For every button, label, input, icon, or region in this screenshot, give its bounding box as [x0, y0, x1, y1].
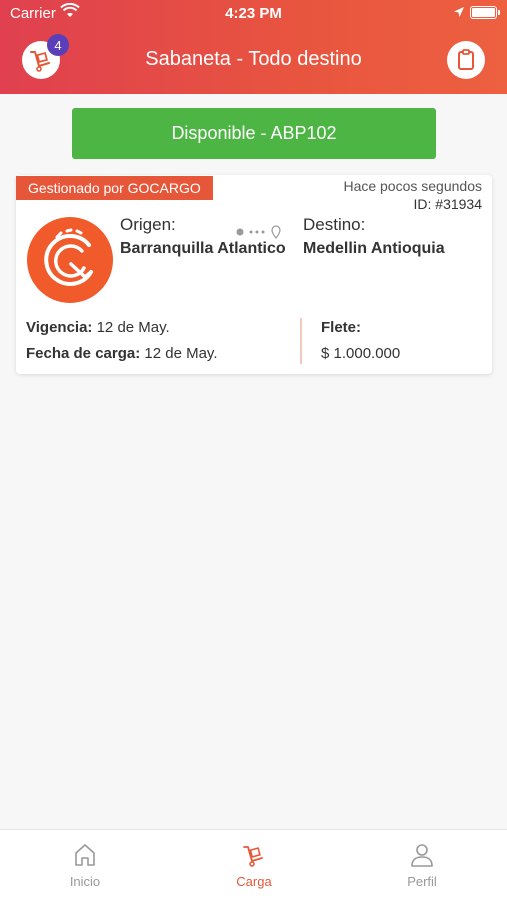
freight-value: $ 1.000.000 — [321, 345, 401, 362]
tab-inicio[interactable]: Inicio — [35, 840, 135, 889]
load-date-value: 12 de May. — [144, 345, 218, 362]
tab-bar: Inicio Carga Perfil — [0, 829, 507, 900]
availability-button[interactable]: Disponible - ABP102 — [72, 108, 436, 159]
validity: Vigencia: 12 de May. — [26, 319, 170, 336]
tab-label: Inicio — [69, 874, 101, 889]
tab-carga[interactable]: Carga — [204, 840, 304, 889]
origin-value: Barranquilla Atlantico — [120, 240, 286, 257]
tab-label: Carga — [236, 874, 272, 889]
gocargo-logo — [27, 217, 113, 303]
order-id: ID: #31934 — [413, 196, 483, 212]
tab-label: Perfil — [407, 874, 437, 889]
status-time: 4:23 PM — [225, 5, 282, 22]
freight-label-text: Flete: — [321, 319, 362, 336]
app-header: Carrier 4:23 PM 4 Sabaneta - Todo destin… — [0, 0, 507, 94]
destination-value: Medellin Antioquia — [303, 240, 445, 257]
battery-icon — [470, 6, 500, 19]
load-date-label: Fecha de carga: — [26, 345, 141, 362]
validity-value: 12 de May. — [96, 319, 170, 336]
user-icon — [411, 844, 433, 867]
load-date: Fecha de carga: 12 de May. — [26, 345, 218, 362]
cargo-cart-icon — [243, 846, 263, 867]
tab-perfil[interactable]: Perfil — [372, 840, 472, 889]
load-card[interactable]: Gestionado por GOCARGO Hace pocos segund… — [16, 175, 492, 374]
page-title: Sabaneta - Todo destino — [145, 48, 362, 70]
origin-label: Origen: — [120, 215, 176, 234]
clipboard-icon — [458, 49, 474, 70]
clipboard-button[interactable] — [447, 41, 485, 79]
managed-by-badge: Gestionado por GOCARGO — [16, 176, 213, 200]
status-bar: Carrier 4:23 PM — [0, 0, 507, 28]
validity-label: Vigencia: — [26, 319, 93, 336]
time-ago: Hace pocos segundos — [343, 178, 482, 194]
location-arrow-icon — [453, 5, 465, 22]
freight-label: Flete: — [321, 319, 361, 336]
destination-label: Destino: — [303, 215, 366, 234]
info-divider — [300, 318, 302, 364]
route-icon — [236, 225, 281, 239]
home-icon — [75, 844, 95, 866]
